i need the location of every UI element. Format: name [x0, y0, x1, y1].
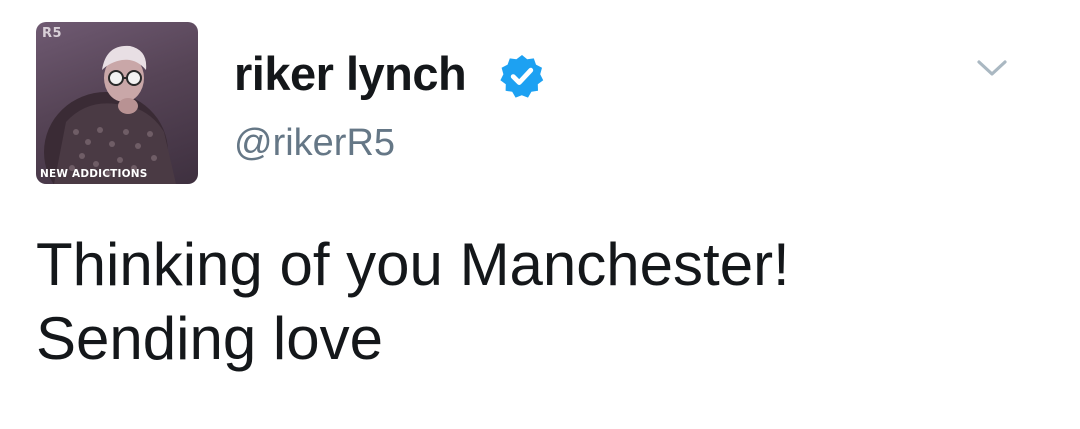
display-name[interactable]: riker lynch — [234, 46, 467, 102]
tweet-text-line: Sending love — [36, 305, 383, 372]
chevron-down-icon[interactable] — [974, 54, 1010, 82]
avatar-photo — [44, 45, 176, 184]
tweet-text: Thinking of you Manchester! Sending love — [36, 228, 1036, 376]
verified-badge-icon — [500, 55, 544, 98]
tweet-card: R5 NEW ADDICTIONS riker lynch @rikerR5 T… — [0, 0, 1080, 429]
avatar[interactable]: R5 NEW ADDICTIONS — [36, 22, 198, 184]
tweet-text-line: Thinking of you Manchester! — [36, 231, 790, 298]
avatar-album-title: NEW ADDICTIONS — [40, 168, 148, 180]
avatar-tag: R5 — [42, 26, 63, 41]
author-handle[interactable]: @rikerR5 — [234, 120, 395, 166]
